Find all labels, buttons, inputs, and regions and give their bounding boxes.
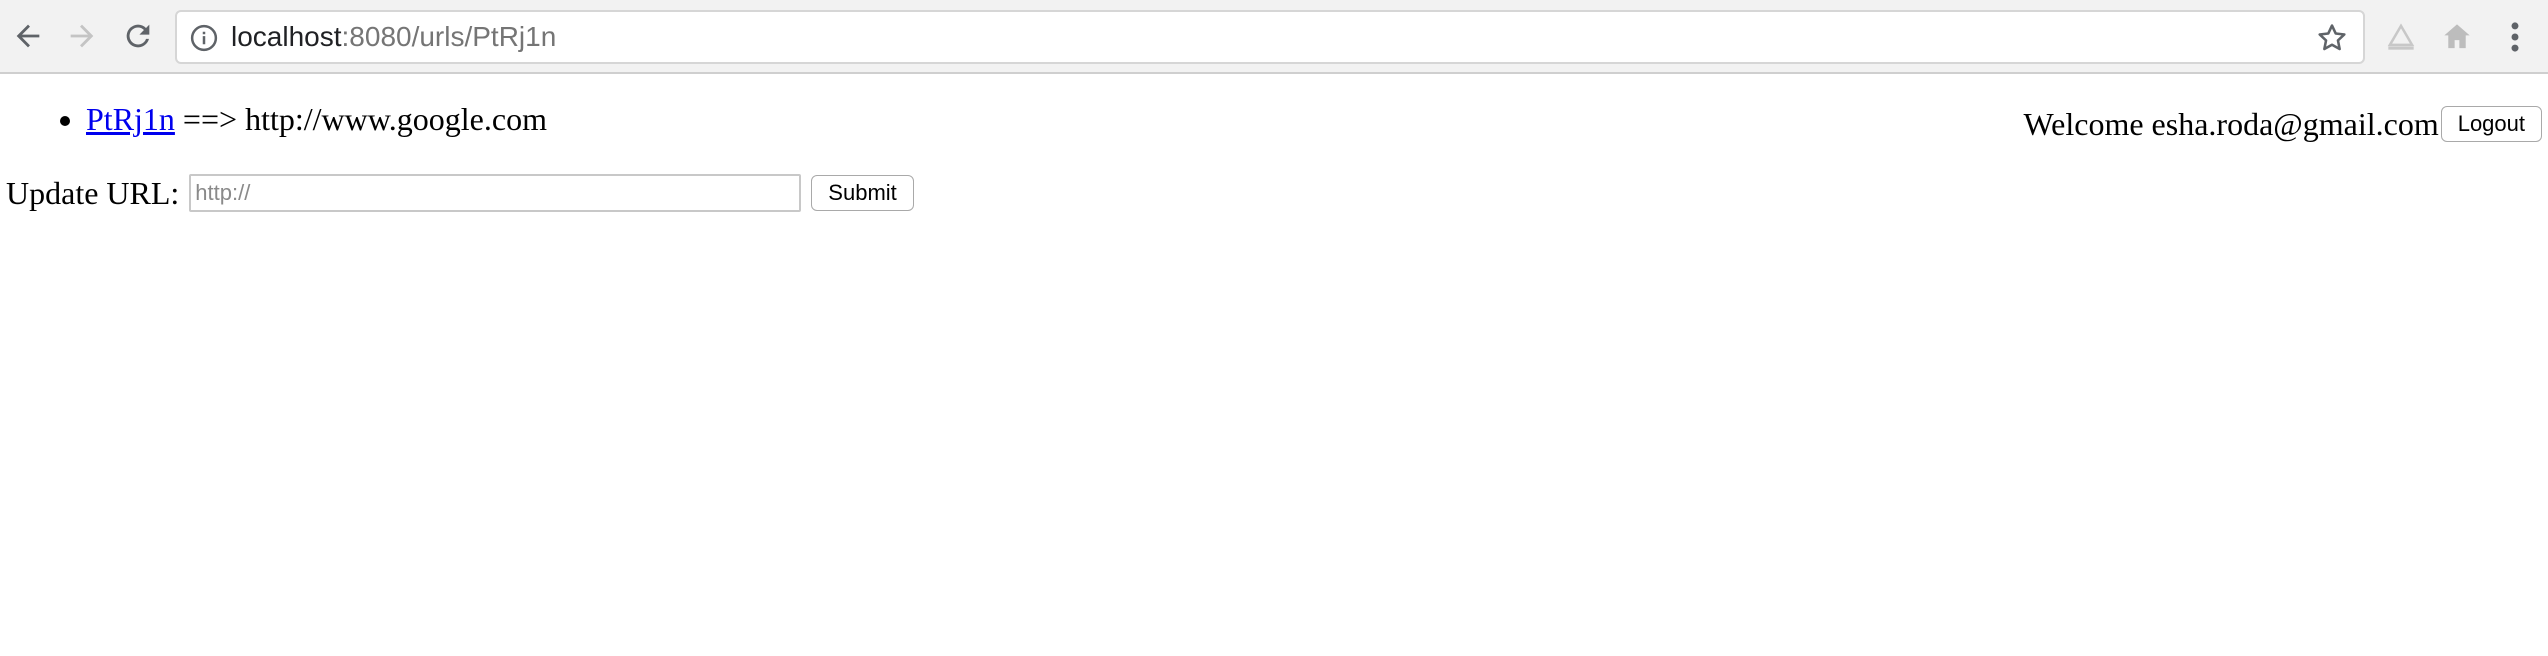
reload-button[interactable] — [116, 14, 160, 58]
long-url-text: http://www.google.com — [245, 101, 547, 137]
info-icon[interactable] — [189, 23, 219, 53]
arrow-text: ==> — [174, 101, 246, 137]
forward-arrow-icon — [70, 24, 94, 48]
user-header: Welcome esha.roda@gmail.com Logout — [2024, 102, 2542, 146]
welcome-text: Welcome esha.roda@gmail.com — [2023, 105, 2439, 142]
address-bar[interactable]: localhost:8080/urls/PtRj1n — [175, 10, 2365, 64]
home-icon[interactable] — [2438, 18, 2476, 56]
logout-button[interactable]: Logout — [2440, 106, 2542, 142]
update-url-input[interactable] — [189, 174, 802, 212]
star-icon[interactable] — [2315, 21, 2349, 55]
reload-icon — [126, 24, 150, 48]
back-button[interactable] — [6, 14, 50, 58]
url-list: PtRj1n ==> http://www.google.com — [0, 96, 547, 142]
short-url-link[interactable]: PtRj1n — [86, 101, 175, 137]
forward-button[interactable] — [60, 14, 104, 58]
extension-icon[interactable] — [2382, 18, 2420, 56]
kebab-menu-icon[interactable] — [2500, 18, 2530, 56]
url-host: localhost — [231, 21, 342, 52]
url-path: :8080/urls/PtRj1n — [341, 21, 557, 52]
browser-toolbar: localhost:8080/urls/PtRj1n — [0, 0, 2548, 74]
submit-button[interactable]: Submit — [811, 175, 914, 211]
back-arrow-icon — [16, 24, 40, 48]
list-item: PtRj1n ==> http://www.google.com — [86, 96, 547, 142]
update-url-form: Update URL: Submit — [6, 170, 914, 216]
page-content: PtRj1n ==> http://www.google.com Welcome… — [0, 76, 2548, 656]
url-text[interactable]: localhost:8080/urls/PtRj1n — [231, 12, 556, 62]
update-url-label: Update URL: — [6, 174, 180, 211]
